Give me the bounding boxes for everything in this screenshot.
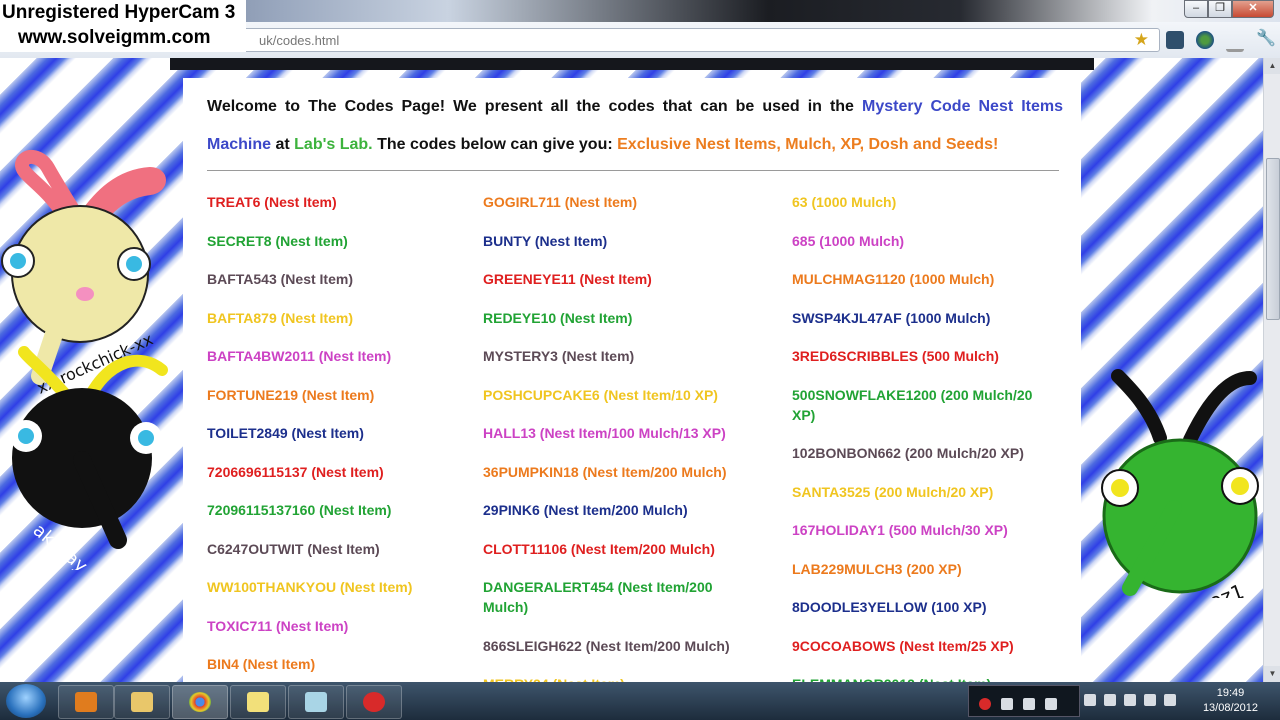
taskbar-chrome[interactable] <box>172 685 228 719</box>
code-entry: HALL13 (Nest Item/100 Mulch/13 XP) <box>483 425 726 441</box>
scroll-up-icon[interactable]: ▲ <box>1264 58 1280 74</box>
code-entry: REDEYE10 (Nest Item) <box>483 309 633 326</box>
volume-icon[interactable] <box>1124 694 1136 706</box>
intro-text-3: The codes below can give you: <box>372 136 618 153</box>
divider <box>207 170 1059 171</box>
scroll-down-icon[interactable]: ▼ <box>1264 666 1280 682</box>
watermark-line1: Unregistered HyperCam 3 <box>2 2 236 23</box>
code-entry: LAB229MULCH3 (200 XP) <box>792 560 962 577</box>
lab-link[interactable]: Lab's Lab. <box>294 136 372 153</box>
code-entry: SWSP4KJL47AF (1000 Mulch) <box>792 309 991 326</box>
taskbar: 19:49 13/08/2012 <box>0 682 1280 720</box>
page-viewport: Welcome to The Codes Page! We present al… <box>0 58 1263 682</box>
globe-icon[interactable] <box>1196 31 1214 49</box>
code-entry: SANTA3525 (200 Mulch/20 XP) <box>792 483 994 500</box>
intro-paragraph: Welcome to The Codes Page! We present al… <box>207 88 1063 164</box>
intro-text-2: at <box>271 136 295 153</box>
code-entry: 29PINK6 (Nest Item/200 Mulch) <box>483 502 688 518</box>
taskbar-explorer[interactable] <box>114 685 170 719</box>
code-entry: 7206696115137 (Nest Item) <box>207 463 384 480</box>
recording-watermark: Unregistered HyperCam 3 www.solveigmm.co… <box>0 0 246 52</box>
watermark-line2: www.solveigmm.com <box>18 27 211 48</box>
extension-icon[interactable] <box>1166 31 1184 49</box>
code-entry: BUNTY (Nest Item) <box>483 232 608 249</box>
wrench-icon[interactable]: 🔧 <box>1256 31 1276 49</box>
codes-content: Welcome to The Codes Page! We present al… <box>183 78 1081 682</box>
start-button[interactable] <box>6 684 46 718</box>
app-icon <box>305 692 327 712</box>
taskbar-recorder[interactable] <box>346 685 402 719</box>
code-entry: C6247OUTWIT (Nest Item) <box>207 540 380 557</box>
code-entry: BAFTA543 (Nest Item) <box>207 271 353 287</box>
code-entry: 167HOLIDAY1 (500 Mulch/30 XP) <box>792 522 1008 538</box>
power-icon[interactable] <box>1144 694 1156 706</box>
record-icon <box>363 692 385 712</box>
code-entry: CLOTT11106 (Nest Item/200 Mulch) <box>483 540 715 557</box>
close-button[interactable]: ✕ <box>1232 0 1274 18</box>
code-entry: GREENEYE11 (Nest Item) <box>483 271 652 287</box>
code-entry: BAFTA879 (Nest Item) <box>207 309 353 326</box>
code-entry: 72096115137160 (Nest Item) <box>207 502 392 518</box>
code-entry: DANGERALERT454 (Nest Item/200 Mulch) <box>483 579 713 615</box>
code-entry: POSHCUPCAKE6 (Nest Item/10 XP) <box>483 386 718 403</box>
camera-icon[interactable] <box>1045 698 1057 710</box>
code-entry: BAFTA4BW2011 (Nest Item) <box>207 348 392 364</box>
code-entry: TOILET2849 (Nest Item) <box>207 425 364 441</box>
code-entry: 685 (1000 Mulch) <box>792 232 905 249</box>
stop-icon[interactable] <box>1001 698 1013 710</box>
code-entry: 500SNOWFLAKE1200 (200 Mulch/20 XP) <box>792 386 1033 423</box>
tray-up-icon[interactable] <box>1084 694 1096 706</box>
recorder-controls[interactable] <box>968 685 1080 717</box>
intro-text-1: Welcome to The Codes Page! We present al… <box>207 98 862 115</box>
code-entry: MULCHMAG1120 (1000 Mulch) <box>792 271 995 287</box>
code-entry: SECRET8 (Nest Item) <box>207 232 348 249</box>
vertical-scrollbar[interactable]: ▲ ▼ <box>1263 58 1280 682</box>
code-entry: 866SLEIGH622 (Nest Item/200 Mulch) <box>483 637 730 654</box>
window-controls: – ❐ ✕ <box>1184 0 1274 18</box>
code-entry: 63 (1000 Mulch) <box>792 194 897 210</box>
mascot-yogeez: yo geez1 <box>1101 369 1259 598</box>
maximize-button[interactable]: ❐ <box>1208 0 1232 18</box>
scroll-thumb[interactable] <box>1266 158 1280 320</box>
rewards-text: Exclusive Nest Items, Mulch, XP, Dosh an… <box>617 136 999 153</box>
mascot-akshay: akshay <box>10 346 168 570</box>
taskbar-media-player[interactable] <box>58 685 114 719</box>
network-icon[interactable] <box>1164 694 1176 706</box>
header-bar <box>170 58 1094 70</box>
code-entry: ELEMMANOR2012 (Nest Item) <box>792 674 1054 682</box>
chrome-icon <box>189 692 211 712</box>
clock-date: 13/08/2012 <box>1202 702 1258 714</box>
minimize-button[interactable]: – <box>1184 0 1208 18</box>
code-entry: MERRY24 (Nest Item) <box>483 674 745 682</box>
code-entry: TOXIC711 (Nest Item) <box>207 617 349 634</box>
pause-icon[interactable] <box>1023 698 1035 710</box>
taskbar-notes[interactable] <box>230 685 286 719</box>
code-entry: GOGIRL711 (Nest Item) <box>483 194 638 210</box>
url-text: uk/codes.html <box>259 33 340 48</box>
signal-icon[interactable] <box>1226 31 1244 52</box>
code-entry: 8DOODLE3YELLOW (100 XP) <box>792 599 987 615</box>
taskbar-app[interactable] <box>288 685 344 719</box>
code-entry: BIN4 (Nest Item) <box>207 656 316 672</box>
media-player-icon <box>75 692 97 712</box>
clock-time: 19:49 <box>1216 687 1245 699</box>
sticky-notes-icon <box>247 692 269 712</box>
folder-icon <box>131 692 153 712</box>
code-entry: WW100THANKYOU (Nest Item) <box>207 579 413 595</box>
record-dot-icon[interactable] <box>979 698 991 710</box>
system-clock[interactable]: 19:49 13/08/2012 <box>1203 686 1258 716</box>
code-entry: TREAT6 (Nest Item) <box>207 194 337 210</box>
code-entry: FORTUNE219 (Nest Item) <box>207 386 375 403</box>
code-entry: MYSTERY3 (Nest Item) <box>483 348 635 364</box>
flag-icon[interactable] <box>1104 694 1116 706</box>
code-entry: 36PUMPKIN18 (Nest Item/200 Mulch) <box>483 463 727 480</box>
code-entry: 102BONBON662 (200 Mulch/20 XP) <box>792 445 1024 461</box>
bookmark-star-icon[interactable]: ★ <box>1134 30 1149 50</box>
code-entry: 3RED6SCRIBBLES (500 Mulch) <box>792 348 999 364</box>
code-entry: 9COCOABOWS (Nest Item/25 XP) <box>792 637 1014 654</box>
